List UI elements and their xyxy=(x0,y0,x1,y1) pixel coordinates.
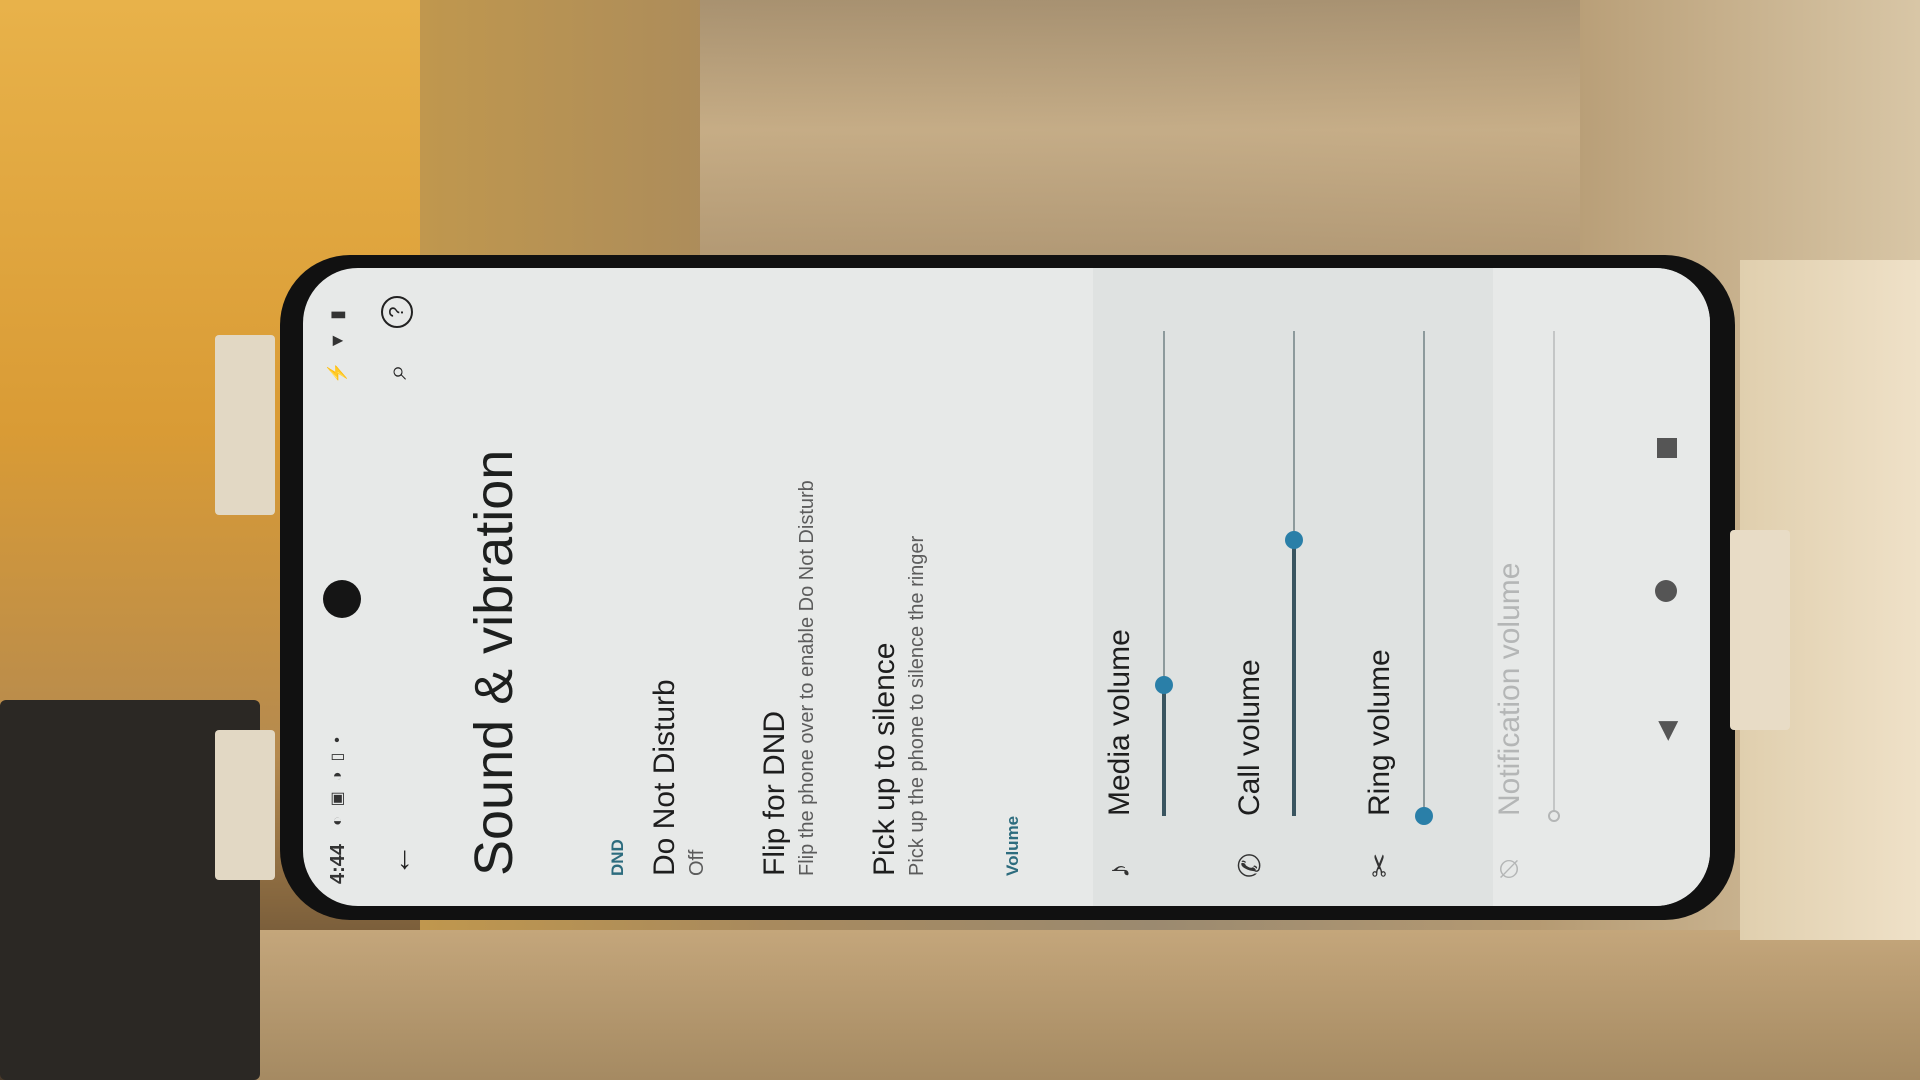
call-volume-label: Call volume xyxy=(1233,659,1266,816)
setting-subtitle: Flip the phone over to enable Do Not Dis… xyxy=(796,480,818,876)
notification-volume-label: Notification volume xyxy=(1493,562,1526,816)
ring-volume-label: Ring volume xyxy=(1363,649,1396,816)
phone-screen: 4:44 ◐▣◑▯• ⚡▼▮ ← ⌕ ? Sound & vibration D… xyxy=(303,268,1710,906)
phone-clamp xyxy=(1730,530,1790,730)
music-note-icon: ♪ xyxy=(1103,863,1136,878)
slider-thumb[interactable] xyxy=(1155,676,1173,695)
media-volume-row: ♪ Media volume xyxy=(1093,268,1213,906)
setting-title: Pick up to silence xyxy=(868,642,901,876)
status-right-icons: ⚡▼▮ xyxy=(327,298,348,384)
setting-title: Do Not Disturb xyxy=(648,679,681,876)
slider-fill xyxy=(1292,539,1296,816)
notification-volume-row: ⍉ Notification volume xyxy=(1483,268,1603,906)
setting-pick-up-to-silence[interactable]: Pick up to silence Pick up the phone to … xyxy=(868,316,929,876)
background-shelf xyxy=(700,0,1580,260)
battery-saver-icon: ⚡ xyxy=(327,349,347,385)
slider-thumb xyxy=(1548,810,1560,822)
setting-subtitle: Pick up the phone to silence the ringer xyxy=(906,535,928,876)
notification-volume-slider xyxy=(1548,331,1560,822)
arrow-back-icon[interactable]: ← xyxy=(381,844,418,876)
ring-volume-slider[interactable] xyxy=(1415,331,1433,825)
phone-clamp xyxy=(215,335,275,515)
nav-recents-icon[interactable] xyxy=(1657,438,1677,458)
page-title: Sound & vibration xyxy=(464,449,524,876)
battery-icon: ▮ xyxy=(327,298,347,320)
slider-fill xyxy=(1162,685,1166,816)
slider-thumb[interactable] xyxy=(1415,807,1433,825)
phone-icon: ✆ xyxy=(1234,852,1267,878)
setting-do-not-disturb[interactable]: Do Not Disturb Off xyxy=(648,316,709,876)
status-notification-icons: ◐▣◑▯• xyxy=(329,727,346,826)
phone-clamp xyxy=(215,730,275,880)
background-mount xyxy=(250,930,1920,1080)
media-volume-label: Media volume xyxy=(1103,629,1136,816)
vibrate-icon: ✂ xyxy=(1364,852,1397,878)
call-volume-row: ✆ Call volume xyxy=(1223,268,1343,906)
status-dot: • xyxy=(329,727,346,743)
status-time: 4:44 xyxy=(327,843,349,884)
slider-thumb[interactable] xyxy=(1285,530,1303,549)
search-icon[interactable]: ⌕ xyxy=(381,364,414,380)
notifications-off-icon: ⍉ xyxy=(1493,860,1526,878)
help-icon[interactable]: ? xyxy=(381,296,413,328)
front-camera xyxy=(323,580,361,618)
call-volume-slider[interactable] xyxy=(1285,331,1303,816)
setting-status: Off xyxy=(686,849,708,876)
section-header-volume: Volume xyxy=(1003,815,1022,876)
nav-home-icon[interactable] xyxy=(1655,580,1677,602)
screen-content: 4:44 ◐▣◑▯• ⚡▼▮ ← ⌕ ? Sound & vibration D… xyxy=(303,268,1710,906)
volume-panel: ♪ Media volume ✆ Call volume ✂ Ring volu… xyxy=(1093,268,1493,906)
section-header-dnd: DND xyxy=(608,839,627,876)
setting-title: Flip for DND xyxy=(758,710,791,876)
ring-volume-row: ✂ Ring volume xyxy=(1353,268,1473,906)
navigation-bar: ◀ xyxy=(1633,268,1710,906)
setting-flip-for-dnd[interactable]: Flip for DND Flip the phone over to enab… xyxy=(758,316,819,876)
nav-back-icon[interactable]: ◀ xyxy=(1651,721,1682,741)
wifi-icon: ▼ xyxy=(327,319,347,350)
media-volume-slider[interactable] xyxy=(1155,331,1173,816)
app-bar: ← ⌕ ? xyxy=(373,268,433,906)
